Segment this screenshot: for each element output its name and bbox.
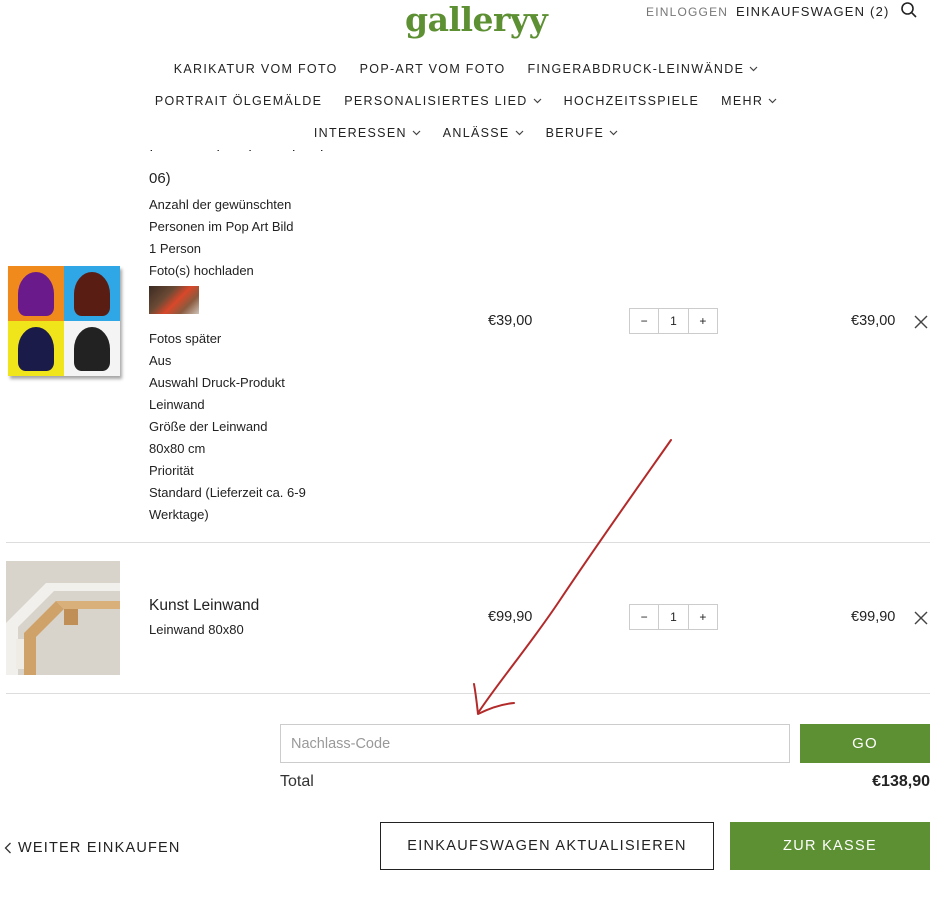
brand-logo[interactable]: galleryy	[405, 0, 548, 40]
item-options: 06) Anzahl der gewünschten Personen im P…	[149, 170, 349, 526]
option-line: 1 Person	[149, 241, 202, 256]
option-line: Fotos später	[149, 331, 222, 346]
nav-hochzeitsspiele[interactable]: HOCHZEITSSPIELE	[564, 94, 700, 108]
option-line: Größe der Leinwand	[149, 419, 268, 434]
discount-code-input[interactable]	[280, 724, 790, 763]
option-line: Leinwand	[149, 397, 205, 412]
chevron-down-icon	[609, 130, 618, 136]
option-line: Foto(s) hochladen	[149, 263, 254, 278]
option-line: 06)	[149, 170, 171, 187]
remove-item-icon[interactable]	[914, 315, 928, 329]
nav-mehr[interactable]: MEHR	[721, 94, 777, 108]
option-line: Anzahl der gewünschten	[149, 197, 292, 212]
login-link[interactable]: EINLOGGEN	[646, 5, 728, 19]
total-value: €138,90	[872, 773, 930, 790]
product-image-canvas[interactable]	[6, 561, 120, 675]
option-line: Priorität	[149, 463, 194, 478]
nav-fingerabdruck[interactable]: FINGERABDRUCK-LEINWÄNDE	[528, 62, 759, 76]
remove-item-icon[interactable]	[914, 611, 928, 625]
continue-shopping-link[interactable]: WEITER EINKAUFEN	[4, 840, 181, 856]
search-icon[interactable]	[900, 1, 918, 19]
option-line: Personen im Pop Art Bild	[149, 219, 294, 234]
cart-link[interactable]: EINKAUFSWAGEN (2)	[736, 4, 890, 19]
row-divider	[6, 542, 930, 543]
quantity-stepper: − 1 +	[629, 604, 718, 630]
item-line-total: €99,90	[851, 609, 896, 625]
checkout-button[interactable]: ZUR KASSE	[730, 822, 930, 870]
update-cart-button[interactable]: EINKAUFSWAGEN AKTUALISIEREN	[380, 822, 714, 870]
chevron-down-icon	[515, 130, 524, 136]
chevron-down-icon	[768, 98, 777, 104]
quantity-stepper: − 1 +	[629, 308, 718, 334]
item-variant: Leinwand 80x80	[149, 622, 244, 637]
nav-pop-art[interactable]: POP-ART VOM FOTO	[360, 62, 506, 76]
option-line: Aus	[149, 353, 172, 368]
chevron-down-icon	[412, 130, 421, 136]
qty-increase-button[interactable]: +	[687, 309, 717, 333]
nav-interessen[interactable]: INTERESSEN	[314, 126, 421, 140]
qty-increase-button[interactable]: +	[687, 605, 717, 629]
item-line-total: €39,00	[851, 313, 896, 329]
nav-row-1: KARIKATUR VOM FOTO POP-ART VOM FOTO FING…	[0, 62, 932, 76]
nav-row-3: INTERESSEN ANLÄSSE BERUFE	[0, 126, 932, 140]
option-line: Auswahl Druck-Produkt	[149, 375, 285, 390]
cut-off-option-text: · · · · ·	[149, 150, 329, 162]
qty-value[interactable]: 1	[658, 309, 687, 333]
nav-anlaesse[interactable]: ANLÄSSE	[443, 126, 524, 140]
chevron-down-icon	[749, 66, 758, 72]
nav-personalisiertes-lied[interactable]: PERSONALISIERTES LIED	[344, 94, 542, 108]
qty-decrease-button[interactable]: −	[630, 309, 658, 333]
product-image-pop-art[interactable]	[8, 266, 120, 376]
canvas-frame-illustration	[6, 561, 120, 675]
item-price: €39,00	[488, 313, 533, 329]
item-price: €99,90	[488, 609, 533, 625]
option-line: Standard (Lieferzeit ca. 6-9	[149, 485, 306, 500]
item-title[interactable]: Kunst Leinwand	[149, 597, 259, 615]
apply-discount-button[interactable]: GO	[800, 724, 930, 763]
nav-karikatur[interactable]: KARIKATUR VOM FOTO	[174, 62, 338, 76]
chevron-left-icon	[4, 842, 11, 854]
row-divider	[6, 693, 930, 694]
option-line: 80x80 cm	[149, 441, 206, 456]
chevron-down-icon	[533, 98, 542, 104]
qty-decrease-button[interactable]: −	[630, 605, 658, 629]
nav-portrait[interactable]: PORTRAIT ÖLGEMÄLDE	[155, 94, 322, 108]
qty-value[interactable]: 1	[658, 605, 687, 629]
nav-row-2: PORTRAIT ÖLGEMÄLDE PERSONALISIERTES LIED…	[0, 94, 932, 108]
option-line: Werktage)	[149, 507, 209, 522]
uploaded-photo-thumbnail[interactable]	[149, 286, 199, 314]
total-label: Total	[280, 773, 314, 790]
nav-berufe[interactable]: BERUFE	[546, 126, 619, 140]
